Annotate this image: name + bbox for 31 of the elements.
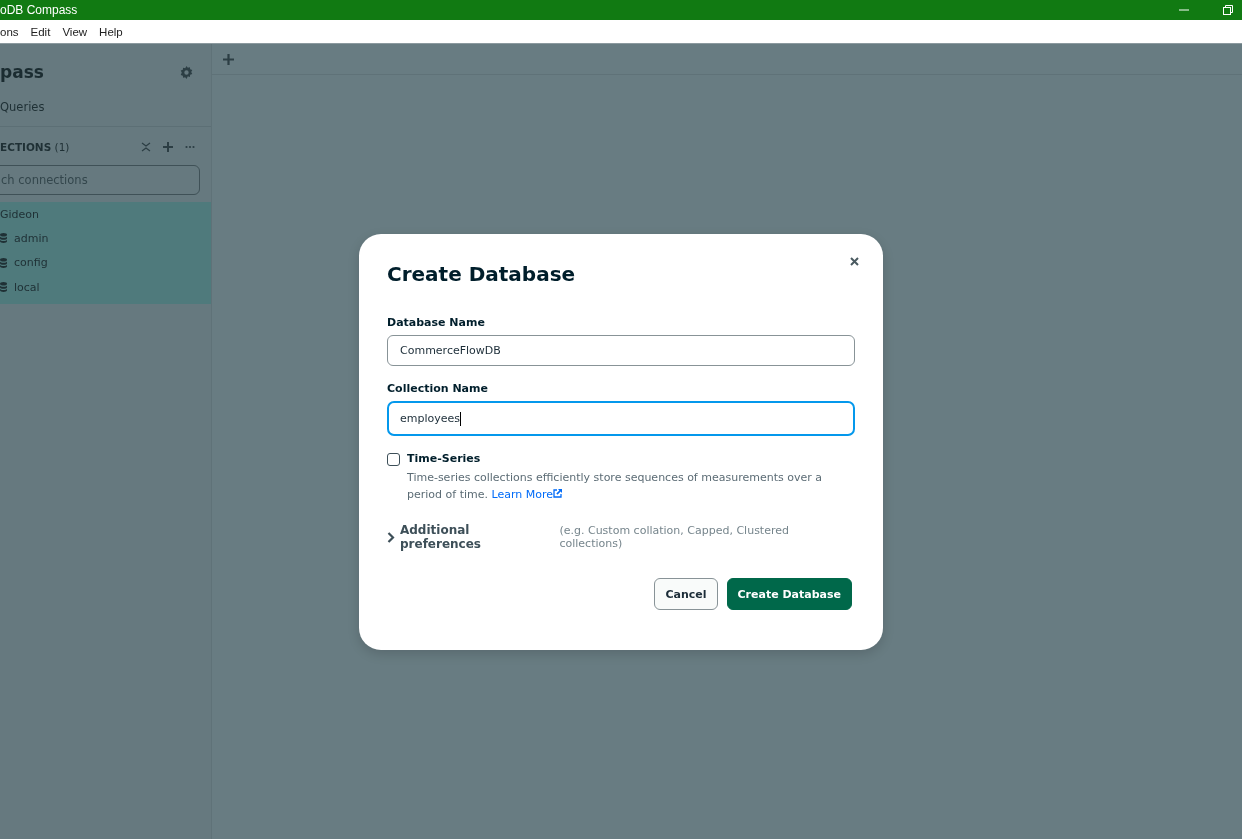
collapse-icon[interactable] (141, 142, 151, 152)
dialog-title: Create Database (387, 262, 577, 286)
cancel-button[interactable]: Cancel (654, 578, 718, 610)
additional-preferences-toggle[interactable]: Additional preferences (e.g. Custom collation, Capped, Clustered collections) (387, 523, 855, 551)
add-icon[interactable] (163, 142, 173, 152)
field-label: Database Name (387, 316, 486, 329)
checkbox[interactable] (387, 453, 400, 466)
text-input[interactable]: employees (387, 401, 855, 436)
menu-item[interactable]: Help (99, 25, 123, 38)
window-title: oDB Compass (0, 3, 78, 17)
restore-icon[interactable] (1222, 4, 1234, 16)
menu-item[interactable]: Edit (30, 25, 51, 38)
more-icon[interactable] (185, 145, 195, 149)
menu-item[interactable]: View (62, 25, 88, 38)
chevron-icon (387, 531, 395, 543)
settings-icon[interactable] (180, 65, 193, 79)
learn-more-link[interactable]: Learn More (491, 488, 562, 501)
app-title: pass (0, 62, 44, 82)
create-button[interactable]: Create Database (726, 578, 852, 610)
database-icon (0, 233, 7, 244)
text-input[interactable]: CommerceFlowDB (387, 335, 855, 366)
external-link-icon (553, 489, 562, 498)
close-icon[interactable] (850, 257, 859, 266)
connections-heading: ECTIONS (1) (0, 141, 70, 153)
database-icon (0, 257, 7, 268)
checkbox-label: Time-Series (407, 452, 482, 465)
menu-item[interactable]: ons (0, 25, 19, 38)
add-tab-icon[interactable] (223, 53, 234, 65)
database-icon (0, 282, 7, 293)
field-label: Collection Name (387, 382, 489, 395)
description-text: Time-series collections efficiently store sequences of measurements over a period of time. Learn More (407, 470, 823, 503)
